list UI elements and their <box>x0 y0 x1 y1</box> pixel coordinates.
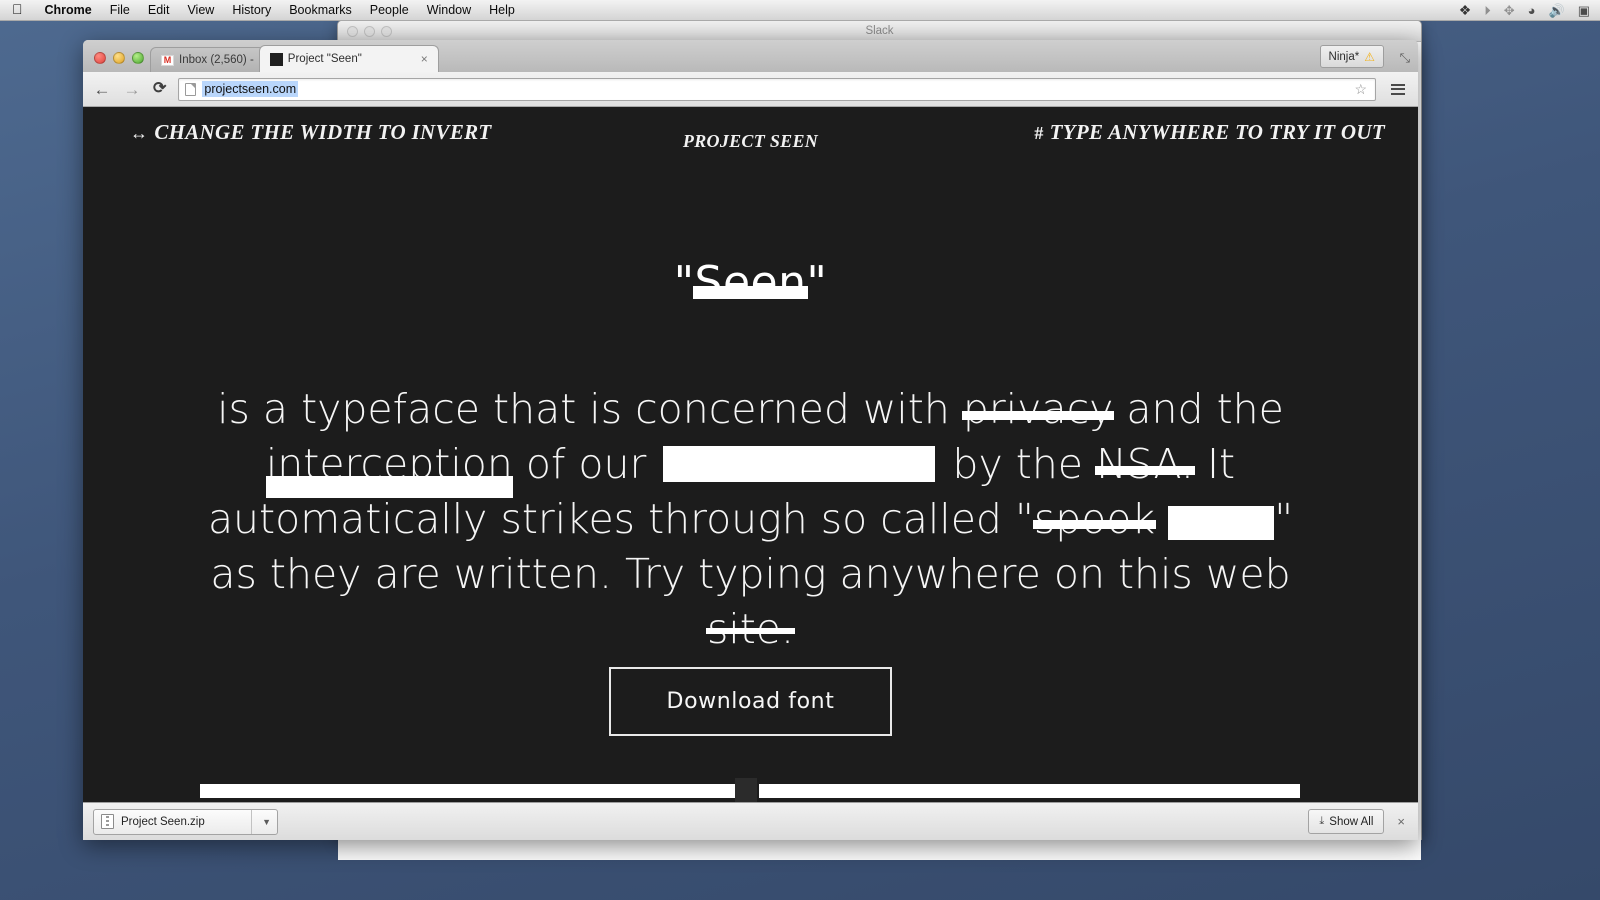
redacted-word-words <box>1168 505 1275 540</box>
forward-button[interactable]: → <box>123 81 141 98</box>
macos-menubar:  Chrome File Edit View History Bookmark… <box>0 0 1600 21</box>
menubar-item-people[interactable]: People <box>361 0 418 21</box>
download-shelf-actions: ⤓ Show All × <box>1308 809 1408 834</box>
back-button[interactable]: ← <box>93 81 111 98</box>
bottom-strip-left <box>200 784 752 798</box>
page-bottom-strips <box>83 778 1418 802</box>
header-change-width-hint: ↔ CHANGE THE WIDTH TO INVERT <box>130 120 492 145</box>
bottom-strip-gap-block <box>735 778 757 802</box>
struck-word-privacy: privacy <box>961 382 1115 437</box>
header-left-label: CHANGE THE WIDTH TO INVERT <box>154 120 492 144</box>
show-all-downloads-button[interactable]: ⤓ Show All <box>1308 809 1385 834</box>
download-item-caret-icon[interactable]: ▼ <box>251 809 271 834</box>
hash-icon: # <box>1034 123 1044 143</box>
chrome-menu-icon[interactable] <box>1388 83 1408 95</box>
chrome-toolbar: ← → ⟳ projectseen.com ☆ <box>83 72 1418 107</box>
tab-gmail-inbox[interactable]: M Inbox (2,560) - <box>150 47 265 72</box>
hero-quote-close: " <box>806 257 828 308</box>
chrome-traffic-lights <box>91 52 150 72</box>
menubar-item-window[interactable]: Window <box>418 0 480 21</box>
struck-word-spook: spook <box>1032 492 1157 547</box>
body-paragraph: is a typeface that is concerned with pri… <box>83 382 1418 657</box>
volume-icon[interactable]: 🔊 <box>1549 4 1565 17</box>
body-segment-3: of our <box>512 439 660 488</box>
reload-button[interactable]: ⟳ <box>153 81 166 97</box>
menubar-item-edit[interactable]: Edit <box>139 0 179 21</box>
body-segment-4: by the <box>939 439 1097 488</box>
gmail-favicon-icon: M <box>161 54 174 66</box>
webpage-projectseen: ↔ CHANGE THE WIDTH TO INVERT PROJECT SEEN… <box>83 107 1418 802</box>
download-arrow-icon: ⤓ <box>1319 815 1325 827</box>
page-header: ↔ CHANGE THE WIDTH TO INVERT PROJECT SEEN… <box>83 107 1418 177</box>
download-item-label: Project Seen.zip <box>121 815 205 828</box>
profile-button[interactable]: Ninja* ⚠ <box>1319 45 1384 68</box>
menubar-status-area: ❖ ⏵ ✥ ◕ 🔊 ▣ <box>1459 3 1600 17</box>
project-seen-favicon-icon <box>269 52 283 66</box>
chrome-browser-window[interactable]: M Inbox (2,560) - Project "Seen" × Ninja… <box>83 40 1418 840</box>
minimize-window-button[interactable] <box>113 52 125 64</box>
download-shelf: Project Seen.zip ▼ ⤓ Show All × <box>83 802 1418 840</box>
background-window-title: Slack <box>865 25 894 37</box>
header-type-anywhere-hint: # TYPE ANYWHERE TO TRY IT OUT <box>1034 120 1385 145</box>
address-bar-url[interactable]: projectseen.com <box>202 81 299 97</box>
bluetooth-icon[interactable]: ✥ <box>1504 4 1515 17</box>
dropbox-icon[interactable]: ❖ <box>1459 3 1472 17</box>
body-segment-2: and the <box>1113 385 1284 433</box>
zip-file-icon <box>101 814 114 829</box>
profile-label: Ninja* <box>1328 50 1360 63</box>
tab-title-project-seen: Project "Seen" <box>287 53 362 65</box>
tab-title-gmail: Inbox (2,560) - <box>179 54 254 66</box>
menubar-item-view[interactable]: View <box>178 0 223 21</box>
hero-word-seen: Seen <box>692 257 809 308</box>
body-segment-1: is a typeface that is concerned with <box>217 385 963 433</box>
hero-text: "Seen" <box>674 257 827 308</box>
menubar-item-file[interactable]: File <box>101 0 139 21</box>
page-document-icon <box>185 82 197 96</box>
tab-project-seen[interactable]: Project "Seen" × <box>258 45 439 72</box>
maximize-icon[interactable]: ⤡ <box>1400 50 1410 66</box>
download-font-button[interactable]: Download font <box>608 667 893 736</box>
hero-quote-open: " <box>673 257 695 308</box>
bookmark-star-icon[interactable]: ☆ <box>1354 81 1369 98</box>
menubar-item-bookmarks[interactable]: Bookmarks <box>280 0 361 21</box>
download-item-project-seen-zip[interactable]: Project Seen.zip ▼ <box>93 808 278 835</box>
struck-word-nsa: NSA. <box>1095 437 1195 492</box>
menubar-item-help[interactable]: Help <box>480 0 524 21</box>
background-window-titlebar: Slack <box>338 21 1421 42</box>
eject-icon[interactable]: ▣ <box>1578 4 1590 17</box>
close-window-button[interactable] <box>94 52 106 64</box>
clock-icon[interactable]: ⏵ <box>1484 4 1491 17</box>
chrome-tabstrip: M Inbox (2,560) - Project "Seen" × Ninja… <box>83 40 1418 72</box>
struck-word-site: site. <box>705 602 796 657</box>
close-tab-icon[interactable]: × <box>405 52 428 66</box>
bottom-strip-right <box>759 784 1300 798</box>
page-title: PROJECT SEEN <box>682 131 819 151</box>
close-download-shelf-icon[interactable]: × <box>1394 814 1408 829</box>
download-button-container: Download font <box>83 667 1418 736</box>
zoom-window-button[interactable] <box>132 52 144 64</box>
show-all-label: Show All <box>1329 815 1374 828</box>
header-right-label: TYPE ANYWHERE TO TRY IT OUT <box>1049 120 1385 144</box>
body-segment-6 <box>1155 495 1168 543</box>
redacted-block-communications <box>663 445 936 482</box>
menubar-item-history[interactable]: History <box>223 0 280 21</box>
redacted-word-interception: interception <box>265 437 513 498</box>
warning-triangle-icon: ⚠ <box>1364 49 1375 64</box>
address-bar[interactable]: projectseen.com ☆ <box>178 77 1376 101</box>
wifi-icon[interactable]: ◕ <box>1528 4 1536 17</box>
hero-heading: "Seen" <box>83 257 1418 308</box>
menubar-item-chrome[interactable]: Chrome <box>36 0 101 21</box>
horizontal-arrow-icon: ↔ <box>130 123 149 143</box>
apple-logo-icon[interactable]:  <box>0 2 36 16</box>
